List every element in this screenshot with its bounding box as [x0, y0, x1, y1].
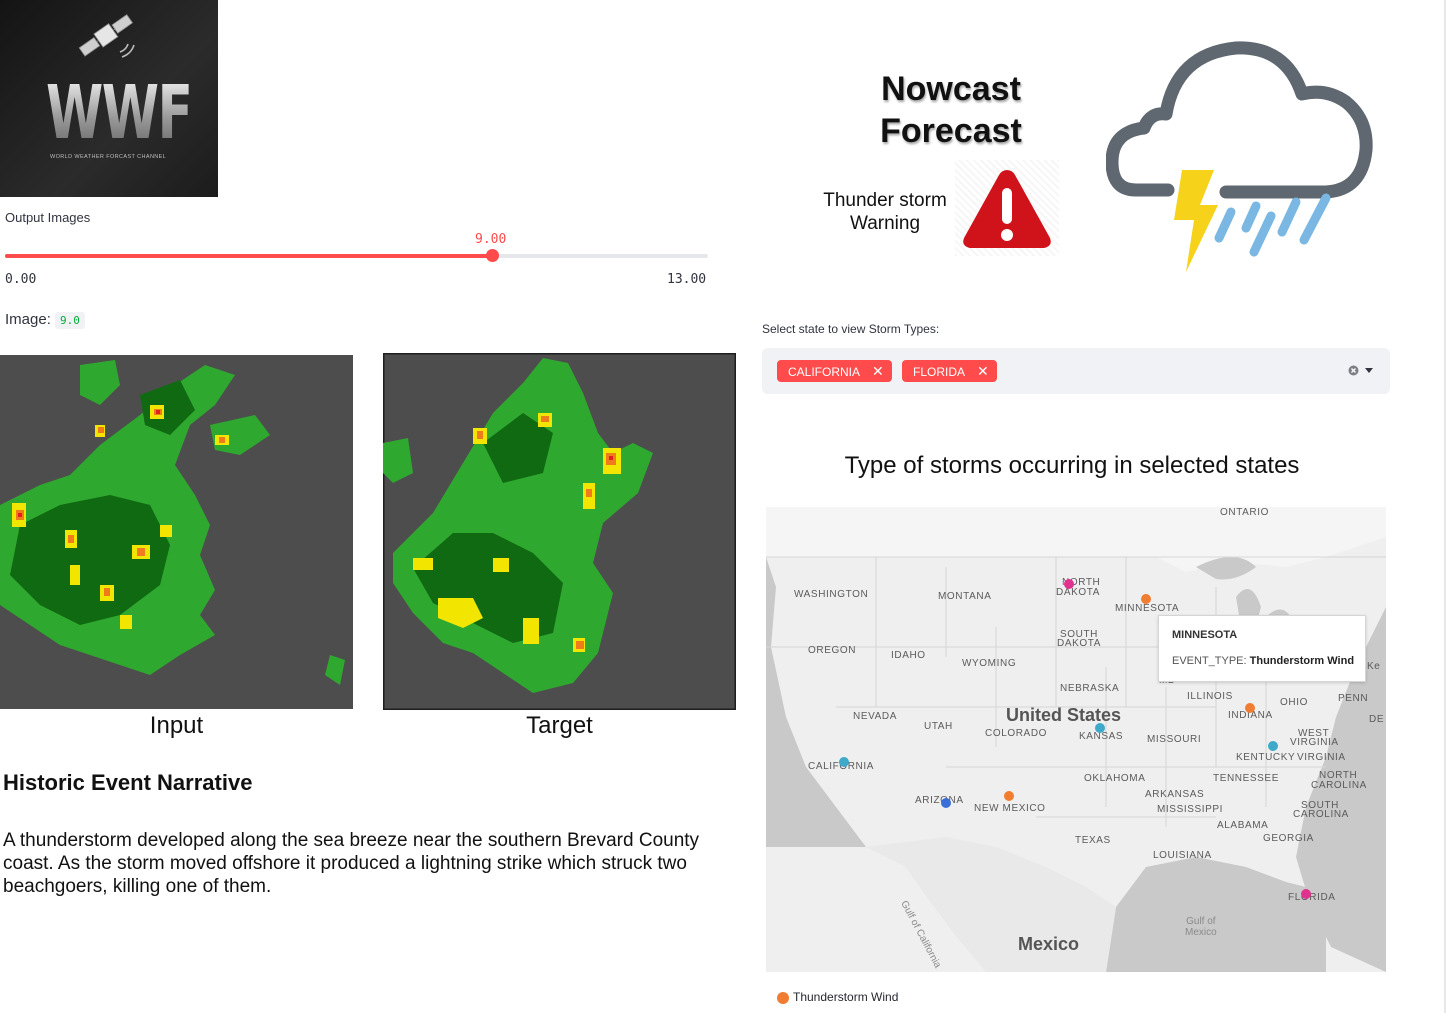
nowcast-title: Nowcast Forecast: [860, 68, 1042, 152]
map-label-wyoming: WYOMING: [962, 658, 1017, 669]
tooltip-value: Thunderstorm Wind: [1249, 655, 1355, 667]
slider-value: 9.00: [475, 232, 507, 247]
clear-all-icon[interactable]: [1348, 365, 1359, 376]
point-florida[interactable]: [1301, 889, 1311, 899]
wwf-logo: WWF WORLD WEATHER FORCAST CHANNEL: [0, 0, 218, 197]
point-california[interactable]: [839, 757, 849, 767]
map-label-georgia: GEORGIA: [1263, 833, 1314, 844]
map-label-virginia-wv: VIRGINIA: [1290, 737, 1339, 748]
page-scrollbar[interactable]: [1444, 0, 1446, 1013]
map-label-texas: TEXAS: [1075, 835, 1111, 846]
map-label-tennessee: TENNESSEE: [1213, 773, 1279, 784]
map-label-missouri: MISSOURI: [1147, 734, 1202, 745]
target-radar-image: [383, 353, 736, 710]
map-tooltip: MINNESOTA EVENT_TYPE: Thunderstorm Wind: [1158, 615, 1366, 682]
map-label-arkansas: ARKANSAS: [1145, 789, 1205, 800]
legend-label-thunderstorm-wind[interactable]: Thunderstorm Wind: [793, 990, 898, 1004]
map-label-alabama: ALABAMA: [1217, 820, 1269, 831]
image-readout: Image: 9.0: [5, 311, 85, 329]
storm-map[interactable]: ONTARIO WASHINGTON MONTANA NORTH DAKOTA …: [766, 507, 1386, 972]
slider-label: Output Images: [5, 210, 91, 225]
map-label-ny-partial: Ke: [1367, 661, 1381, 672]
warning-line1: Thunder storm: [823, 190, 947, 211]
map-label-oklahoma: OKLAHOMA: [1084, 773, 1146, 784]
slider-thumb[interactable]: [486, 249, 499, 262]
point-new-mexico[interactable]: [1004, 791, 1014, 801]
tooltip-row: EVENT_TYPE: Thunderstorm Wind: [1172, 655, 1354, 667]
tooltip-title: MINNESOTA: [1172, 629, 1238, 641]
map-label-oregon: OREGON: [808, 645, 857, 656]
map-label-united-states: United States: [1006, 705, 1122, 725]
map-label-arizona: ARIZONA: [915, 795, 964, 806]
image-readout-value: 9.0: [55, 312, 85, 329]
point-indiana[interactable]: [1245, 703, 1255, 713]
narrative-heading: Historic Event Narrative: [3, 770, 253, 795]
nowcast-title-line2: Forecast: [880, 112, 1022, 150]
map-label-mississippi: MISSISSIPPI: [1157, 804, 1224, 815]
map-label-carolina: CAROLINA: [1311, 780, 1367, 791]
map-label-louisiana: LOUISIANA: [1153, 850, 1212, 861]
map-label-nebraska: NEBRASKA: [1060, 683, 1120, 694]
input-radar-image: [0, 355, 353, 709]
slider-max: 13.00: [667, 272, 707, 287]
point-north-dakota[interactable]: [1064, 579, 1074, 589]
map-label-nevada: NEVADA: [853, 711, 897, 722]
slider-min: 0.00: [5, 272, 37, 287]
map-label-washington: WASHINGTON: [794, 589, 869, 600]
tag-california[interactable]: CALIFORNIA ✕: [777, 360, 892, 382]
map-label-ohio: OHIO: [1280, 697, 1308, 708]
point-arizona[interactable]: [941, 798, 951, 808]
tag-california-label: CALIFORNIA: [788, 365, 861, 379]
legend-swatch-thunderstorm-wind[interactable]: [777, 992, 789, 1004]
map-label-montana: MONTANA: [938, 591, 992, 602]
warning-text: Thunder storm Warning: [805, 189, 965, 235]
logo-tagline: WORLD WEATHER FORCAST CHANNEL: [50, 154, 167, 160]
map-label-utah: UTAH: [924, 721, 953, 732]
thunderstorm-rain-cloud-icon: [1106, 41, 1373, 272]
image-readout-label: Image:: [5, 311, 51, 328]
map-label-gulf-mexico: Gulf of Mexico: [1185, 916, 1217, 938]
chart-title: Type of storms occurring in selected sta…: [844, 452, 1300, 479]
warning-icon-box: [955, 160, 1059, 256]
chevron-down-icon[interactable]: [1365, 368, 1373, 374]
map-label-colorado: COLORADO: [985, 728, 1048, 739]
map-label-florida: FLORIDA: [1288, 892, 1336, 903]
nowcast-title-line1: Nowcast: [881, 70, 1021, 108]
map-label-new-mexico: NEW MEXICO: [974, 803, 1046, 814]
satellite-icon: [78, 14, 135, 58]
gulf-mexico-line1: Gulf of: [1186, 916, 1216, 927]
logo-wordmark: WWF: [46, 70, 193, 156]
map-label-minnesota: MINNESOTA: [1115, 603, 1180, 614]
map-label-penn: PENN: [1338, 693, 1369, 704]
target-caption: Target: [526, 712, 593, 739]
map-label-carolina-2: CAROLINA: [1293, 809, 1349, 820]
point-kentucky[interactable]: [1268, 741, 1278, 751]
remove-florida-icon[interactable]: ✕: [977, 363, 989, 379]
map-label-mexico: Mexico: [1018, 934, 1080, 954]
tag-florida[interactable]: FLORIDA ✕: [902, 360, 997, 382]
warning-triangle-icon: [963, 170, 1051, 248]
point-minnesota[interactable]: [1141, 594, 1151, 604]
input-caption: Input: [149, 712, 204, 739]
state-select-label: Select state to view Storm Types:: [762, 322, 940, 336]
map-label-kentucky: KENTUCKY: [1236, 752, 1296, 763]
warning-line2: Warning: [849, 213, 921, 234]
map-label-virginia: VIRGINIA: [1297, 752, 1346, 763]
gulf-mexico-line2: Mexico: [1185, 927, 1217, 938]
map-label-dakota: DAKOTA: [1056, 587, 1100, 598]
map-label-illinois: ILLINOIS: [1187, 691, 1233, 702]
map-label-dakota-2: DAKOTA: [1057, 638, 1101, 649]
map-label-idaho: IDAHO: [891, 650, 926, 661]
map-label-md: DE: [1369, 714, 1385, 725]
state-multiselect[interactable]: CALIFORNIA ✕ FLORIDA ✕: [762, 348, 1390, 394]
slider-fill: [5, 254, 492, 258]
tag-florida-label: FLORIDA: [913, 365, 966, 379]
remove-california-icon[interactable]: ✕: [872, 363, 884, 379]
point-kansas[interactable]: [1095, 723, 1105, 733]
tooltip-key: EVENT_TYPE:: [1172, 655, 1247, 667]
narrative-body: A thunderstorm developed along the sea b…: [3, 830, 700, 897]
map-label-ontario: ONTARIO: [1220, 507, 1270, 518]
